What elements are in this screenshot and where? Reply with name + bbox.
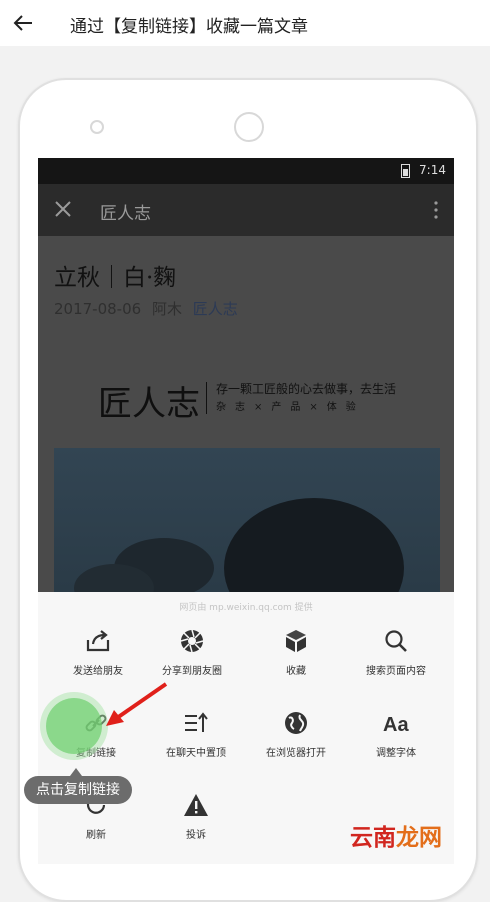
item-label: 在聊天中置顶: [166, 748, 226, 759]
provider-note: 网页由 mp.weixin.qq.com 提供: [179, 603, 313, 613]
svg-text:Aa: Aa: [383, 714, 409, 736]
cube-icon: [286, 630, 306, 652]
item-label: 在浏览器打开: [266, 748, 326, 759]
tooltip-tail: [70, 768, 82, 776]
article-author: 阿木: [151, 300, 182, 318]
item-label: 刷新: [86, 830, 106, 841]
item-label: 调整字体: [376, 748, 416, 759]
share-moments-button[interactable]: 分享到朋友圈: [140, 628, 244, 677]
tap-indicator: [46, 698, 102, 754]
close-icon[interactable]: [54, 200, 72, 218]
app-bar-title: 匠人志: [100, 204, 151, 224]
aperture-icon: [180, 629, 204, 653]
item-label: 发送给朋友: [73, 666, 123, 677]
watermark-logo: 云南龙网: [350, 818, 442, 852]
watermark-part2: 龙网: [396, 825, 442, 851]
share-icon: [86, 630, 110, 652]
search-page-button[interactable]: 搜索页面内容: [344, 628, 448, 677]
status-time: 7:14: [419, 163, 446, 177]
logo-divider: [206, 382, 207, 414]
front-camera: [234, 112, 264, 142]
warning-icon: [184, 794, 208, 816]
item-label: 分享到朋友圈: [162, 666, 222, 677]
article-title: 立秋｜白·麴: [54, 265, 177, 291]
open-in-browser-button[interactable]: 在浏览器打开: [244, 710, 348, 759]
search-icon: [385, 630, 407, 652]
page-title: 通过【复制链接】收藏一篇文章: [70, 17, 308, 37]
app-bar: 匠人志: [38, 184, 454, 236]
article-date: 2017-08-06: [54, 300, 142, 318]
logo-text: 匠人志: [98, 384, 200, 424]
arrow-left-icon[interactable]: [12, 12, 34, 34]
pointer-arrow-icon: [106, 682, 168, 726]
pin-top-icon: [185, 712, 208, 732]
status-bar: 7:14: [38, 158, 454, 184]
more-vertical-icon[interactable]: [434, 200, 438, 220]
item-label: 投诉: [186, 830, 206, 841]
font-icon: Aa: [383, 714, 409, 736]
watermark-part1: 云南: [350, 825, 396, 851]
globe-icon: [285, 712, 307, 734]
battery-icon: [401, 164, 410, 178]
complain-button[interactable]: 投诉: [144, 792, 248, 841]
logo-slogan: 存一颗工匠般的心去做事，去生活: [216, 382, 397, 396]
favorite-button[interactable]: 收藏: [244, 628, 348, 677]
camera-dot: [90, 120, 104, 134]
top-bar: 通过【复制链接】收藏一篇文章: [0, 0, 490, 46]
tooltip: 点击复制链接: [24, 776, 132, 804]
brand-logo: 匠人志 存一颗工匠般的心去做事，去生活 杂志×产品×体验: [98, 376, 418, 424]
item-label: 收藏: [286, 666, 306, 677]
logo-subtitle: 杂志×产品×体验: [216, 402, 365, 413]
article-meta: 2017-08-06 阿木 匠人志: [54, 298, 238, 319]
item-label: 搜索页面内容: [366, 666, 426, 677]
send-to-friend-button[interactable]: 发送给朋友: [46, 628, 150, 677]
article-account-link[interactable]: 匠人志: [193, 300, 238, 318]
adjust-font-button[interactable]: Aa 调整字体: [344, 710, 448, 759]
